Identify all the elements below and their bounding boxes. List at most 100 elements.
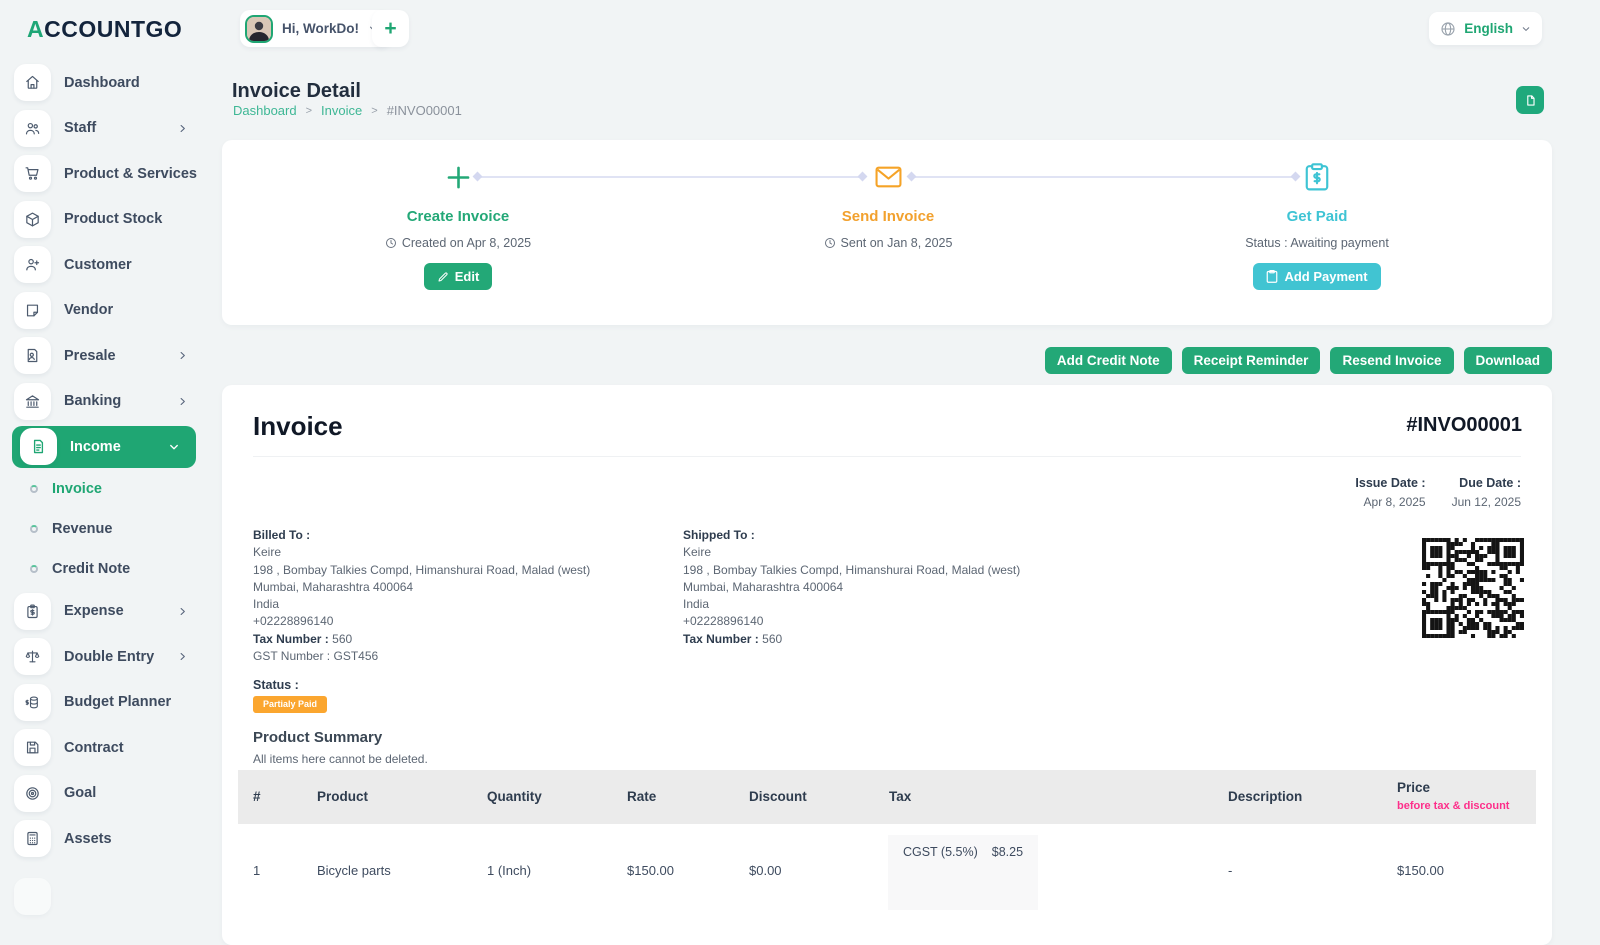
sidebar-item-assets[interactable]: Assets xyxy=(0,816,222,862)
sidebar-item-label: Banking xyxy=(64,393,121,409)
logo-text: CCOUNTGO xyxy=(44,16,182,42)
billed-to-tax-number: Tax Number : 560 xyxy=(253,631,590,648)
shipped-to-country: India xyxy=(683,596,1020,613)
sidebar-item-staff[interactable]: Staff xyxy=(0,106,222,152)
resend-invoice-button[interactable]: Resend Invoice xyxy=(1330,347,1453,374)
sidebar-item-label: Budget Planner xyxy=(64,694,171,710)
shipped-to-phone: +02228896140 xyxy=(683,613,1020,630)
tax-name: CGST (5.5%) xyxy=(903,845,978,910)
clipboard-icon xyxy=(1266,270,1278,283)
shipped-to-tax-number: Tax Number : 560 xyxy=(683,631,1020,648)
sidebar-subitem-credit-note[interactable]: Credit Note xyxy=(0,549,222,589)
sidebar-item-banking[interactable]: Banking xyxy=(0,379,222,425)
shipped-to-block: Shipped To : Keire 198 , Bombay Talkies … xyxy=(683,527,1020,648)
sidebar-item-label: Dashboard xyxy=(64,75,140,91)
receipt-reminder-button[interactable]: Receipt Reminder xyxy=(1182,347,1321,374)
user-greeting: Hi, WorkDo! xyxy=(282,21,359,36)
avatar xyxy=(245,15,273,43)
sidebar-subitem-revenue[interactable]: Revenue xyxy=(0,509,222,549)
bullet-icon xyxy=(30,565,38,573)
sidebar-item-budget-planner[interactable]: Budget Planner xyxy=(0,680,222,726)
invoice-dates: Issue Date : Apr 8, 2025 Due Date : Jun … xyxy=(1355,476,1521,509)
sidebar-item-label: Double Entry xyxy=(64,649,154,665)
row-num: 1 xyxy=(253,863,260,878)
user-menu-button[interactable]: Hi, WorkDo! xyxy=(240,10,391,47)
col-price: Price before tax & discount xyxy=(1397,780,1509,812)
sidebar-item-label: Goal xyxy=(64,785,96,801)
sidebar-item-goal[interactable]: Goal xyxy=(0,771,222,817)
col-quantity: Quantity xyxy=(487,789,542,804)
step-meta-text: Sent on Jan 8, 2025 xyxy=(841,236,953,250)
add-payment-label: Add Payment xyxy=(1284,269,1367,284)
language-label: English xyxy=(1464,21,1513,36)
export-document-button[interactable] xyxy=(1516,86,1544,114)
sidebar-item-double-entry[interactable]: Double Entry xyxy=(0,634,222,680)
sidebar-item-label: Product & Services xyxy=(64,166,197,182)
col-discount: Discount xyxy=(749,789,807,804)
breadcrumb-invoice[interactable]: Invoice xyxy=(321,103,362,118)
chevron-right-icon xyxy=(177,123,188,134)
invoice-detail-card: Invoice #INVO00001 Issue Date : Apr 8, 2… xyxy=(222,385,1552,945)
document-icon xyxy=(1524,94,1537,107)
chevron-right-icon xyxy=(177,651,188,662)
shipped-to-label: Shipped To : xyxy=(683,527,1020,544)
due-date-label: Due Date : xyxy=(1452,476,1521,490)
edit-invoice-button[interactable]: Edit xyxy=(424,263,493,290)
sidebar-item-label: Contract xyxy=(64,740,124,756)
row-description: - xyxy=(1228,863,1232,878)
app-logo[interactable]: ACCOUNTGO xyxy=(27,16,182,43)
sidebar-item-label: Expense xyxy=(64,603,124,619)
shipped-to-address1: 198 , Bombay Talkies Compd, Himanshurai … xyxy=(683,562,1020,579)
sidebar-item-income[interactable]: Income xyxy=(12,426,196,468)
sidebar-subitem-label: Invoice xyxy=(52,481,102,497)
billed-to-name: Keire xyxy=(253,544,590,561)
clock-icon xyxy=(385,237,397,249)
partially-visible-menu-tile xyxy=(14,878,51,915)
language-selector[interactable]: English xyxy=(1429,12,1542,45)
sidebar-item-label: Income xyxy=(70,439,121,455)
row-rate: $150.00 xyxy=(627,863,674,878)
clipboard-dollar-icon xyxy=(14,593,51,630)
product-summary-note: All items here cannot be deleted. xyxy=(253,752,428,766)
sidebar-item-vendor[interactable]: Vendor xyxy=(0,288,222,334)
scales-icon xyxy=(14,638,51,675)
add-button[interactable]: + xyxy=(372,10,409,47)
col-price-label: Price xyxy=(1397,780,1430,795)
billed-to-gst-number: GST Number : GST456 xyxy=(253,648,590,665)
sidebar-subitem-label: Credit Note xyxy=(52,561,130,577)
step-meta: Sent on Jan 8, 2025 xyxy=(738,236,1038,250)
add-payment-button[interactable]: Add Payment xyxy=(1253,263,1380,290)
sidebar-item-presale[interactable]: Presale xyxy=(0,333,222,379)
gst-number-label: GST Number : xyxy=(253,649,330,663)
breadcrumb-dashboard[interactable]: Dashboard xyxy=(233,103,297,118)
sidebar-item-customer[interactable]: Customer xyxy=(0,242,222,288)
floppy-icon xyxy=(14,729,51,766)
page-title: Invoice Detail xyxy=(232,80,361,103)
row-price: $150.00 xyxy=(1397,863,1444,878)
billed-to-block: Billed To : Keire 198 , Bombay Talkies C… xyxy=(253,527,590,665)
col-rate: Rate xyxy=(627,789,656,804)
breadcrumb-separator: > xyxy=(306,105,312,117)
sidebar-item-dashboard[interactable]: Dashboard xyxy=(0,60,222,106)
shipped-to-name: Keire xyxy=(683,544,1020,561)
chevron-right-icon xyxy=(177,606,188,617)
sidebar-menu: Dashboard Staff Product & Services Produ… xyxy=(0,60,222,862)
sidebar-item-expense[interactable]: Expense xyxy=(0,589,222,635)
pencil-icon xyxy=(437,271,449,283)
billed-to-address2: Mumbai, Maharashtra 400064 xyxy=(253,579,590,596)
breadcrumb: Dashboard > Invoice > #INVO00001 xyxy=(233,103,462,118)
add-credit-note-button[interactable]: Add Credit Note xyxy=(1045,347,1172,374)
sidebar-item-label: Product Stock xyxy=(64,211,162,227)
chevron-down-icon xyxy=(168,441,180,453)
income-document-icon xyxy=(20,428,57,465)
payment-clipboard-icon xyxy=(1167,162,1467,192)
sidebar-item-product-stock[interactable]: Product Stock xyxy=(0,197,222,243)
sidebar-item-contract[interactable]: Contract xyxy=(0,725,222,771)
invoice-actions: Add Credit Note Receipt Reminder Resend … xyxy=(1045,347,1552,374)
issue-date-label: Issue Date : xyxy=(1355,476,1425,490)
step-label: Create Invoice xyxy=(308,208,608,225)
invoice-heading: Invoice xyxy=(253,411,343,442)
download-button[interactable]: Download xyxy=(1464,347,1553,374)
sidebar-item-product-services[interactable]: Product & Services xyxy=(0,151,222,197)
sidebar-subitem-invoice[interactable]: Invoice xyxy=(0,470,222,510)
